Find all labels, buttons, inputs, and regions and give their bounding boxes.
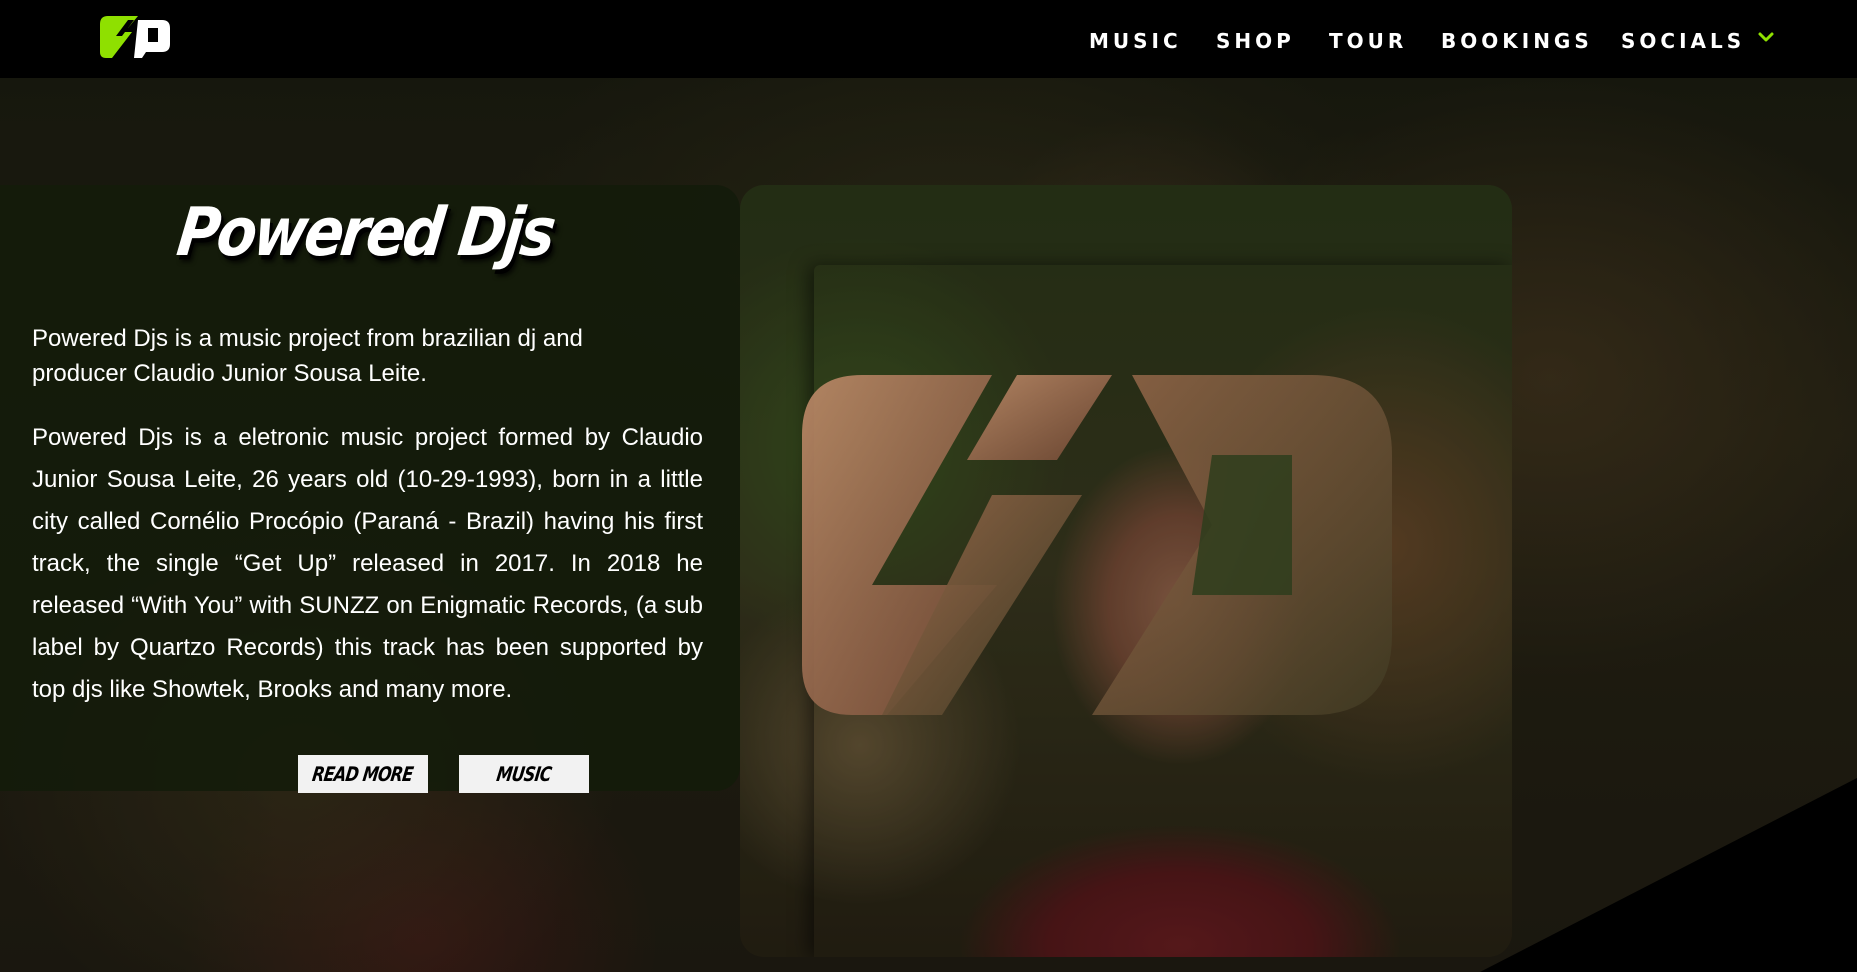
nav-shop[interactable]: SHOP bbox=[1216, 29, 1295, 53]
nav-socials[interactable]: SOCIALS bbox=[1621, 29, 1745, 53]
nav-tour[interactable]: TOUR bbox=[1329, 29, 1407, 53]
read-more-label: READ MORE bbox=[311, 762, 415, 786]
header: MUSIC SHOP TOUR BOOKINGS SOCIALS bbox=[0, 0, 1857, 78]
corner-wedge bbox=[1480, 778, 1857, 972]
brand-logo-overlay-icon bbox=[802, 375, 1392, 715]
nav-bookings[interactable]: BOOKINGS bbox=[1441, 29, 1593, 53]
music-button[interactable]: MUSIC bbox=[459, 755, 589, 793]
about-card: Powered Djs Powered Djs is a music proje… bbox=[0, 185, 740, 793]
brand-logo-icon[interactable] bbox=[98, 14, 172, 60]
card-title: Powered Djs bbox=[173, 193, 558, 272]
artist-photo-panel bbox=[740, 185, 1512, 957]
chevron-down-icon[interactable] bbox=[1757, 30, 1775, 44]
music-label: MUSIC bbox=[495, 762, 553, 786]
read-more-button[interactable]: READ MORE bbox=[298, 755, 428, 793]
intro-text: Powered Djs is a music project from braz… bbox=[32, 325, 583, 387]
page: MUSIC SHOP TOUR BOOKINGS SOCIALS Powered… bbox=[0, 0, 1857, 972]
bio-text: Powered Djs is a eletronic music project… bbox=[32, 424, 703, 703]
nav-music[interactable]: MUSIC bbox=[1089, 29, 1182, 53]
